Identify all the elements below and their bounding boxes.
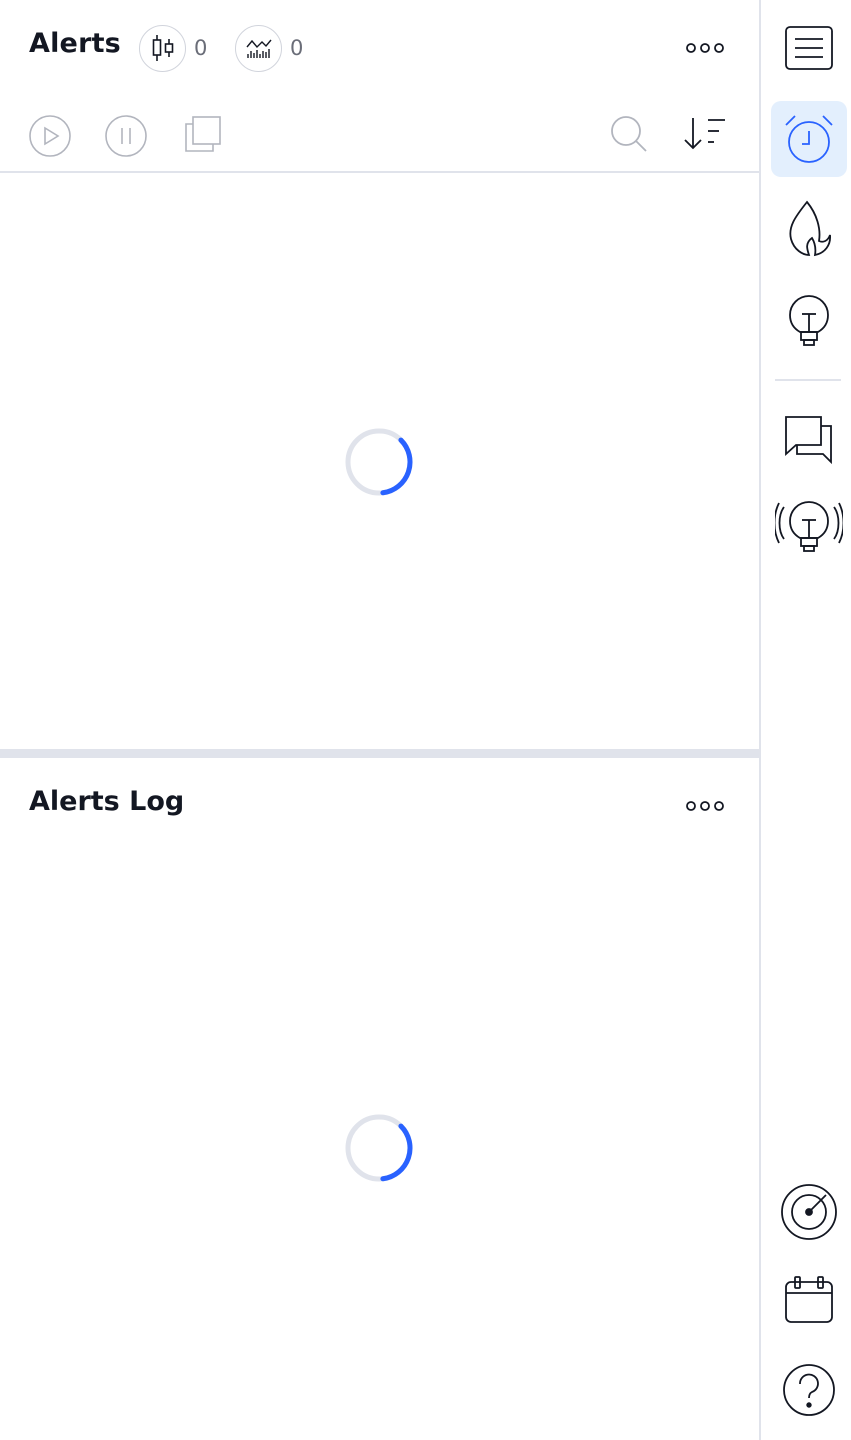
- clone-alerts-button[interactable]: [183, 114, 223, 154]
- alerts-log-more-button[interactable]: [684, 796, 726, 816]
- panel-splitter[interactable]: [0, 749, 759, 758]
- help-icon: [783, 1364, 835, 1416]
- candlestick-icon: [139, 24, 186, 72]
- indicator-alerts-counter[interactable]: 0: [235, 24, 304, 72]
- alerts-more-button[interactable]: [684, 38, 726, 58]
- screener-button[interactable]: [771, 1174, 847, 1250]
- copy-icon: [185, 116, 221, 152]
- chats-button[interactable]: [771, 402, 847, 478]
- rail-divider: [775, 379, 841, 381]
- alerts-toolbar: [0, 95, 759, 173]
- hotlists-button[interactable]: [771, 190, 847, 266]
- indicator-chart-icon: [235, 24, 282, 72]
- loading-spinner: [345, 1114, 413, 1182]
- help-button[interactable]: [771, 1352, 847, 1428]
- radar-icon: [781, 1184, 837, 1240]
- alerts-rail-button[interactable]: [771, 101, 847, 177]
- chat-icon: [785, 416, 832, 465]
- broadcast-lightbulb-icon: [775, 501, 843, 552]
- menu-icon: [785, 26, 833, 70]
- pause-icon: [105, 115, 147, 157]
- alerts-title: Alerts: [29, 28, 121, 59]
- calendar-icon: [785, 1276, 833, 1323]
- price-alerts-count: 0: [194, 36, 208, 60]
- price-alerts-counter[interactable]: 0: [139, 24, 208, 72]
- loading-spinner: [345, 428, 413, 496]
- search-alerts-button[interactable]: [609, 114, 649, 154]
- sort-alerts-button[interactable]: [683, 115, 727, 153]
- pause-alerts-button[interactable]: [104, 114, 148, 158]
- sort-icon: [684, 118, 725, 150]
- alerts-panel: Alerts 0 0 Alerts Log: [0, 0, 759, 1440]
- app: Alerts 0 0 Alerts Log: [0, 0, 851, 1440]
- ideas-button[interactable]: [771, 284, 847, 360]
- public-streams-button[interactable]: [771, 490, 847, 566]
- alerts-log-list: [0, 848, 759, 1440]
- indicator-alerts-count: 0: [290, 36, 304, 60]
- alerts-list: [0, 175, 759, 749]
- alarm-clock-icon: [785, 115, 833, 163]
- search-icon: [611, 116, 647, 152]
- right-toolbar: [759, 0, 851, 1440]
- alerts-log-title: Alerts Log: [29, 786, 185, 817]
- lightbulb-icon: [789, 295, 829, 346]
- calendar-button[interactable]: [771, 1262, 847, 1338]
- start-alerts-button[interactable]: [28, 114, 72, 158]
- more-dots-icon: [686, 801, 724, 811]
- play-icon: [29, 115, 71, 157]
- alerts-header: Alerts 0 0: [0, 0, 759, 95]
- menu-button[interactable]: [771, 10, 847, 86]
- flame-icon: [789, 200, 831, 257]
- alerts-log-header: Alerts Log: [0, 758, 759, 848]
- more-dots-icon: [686, 43, 724, 53]
